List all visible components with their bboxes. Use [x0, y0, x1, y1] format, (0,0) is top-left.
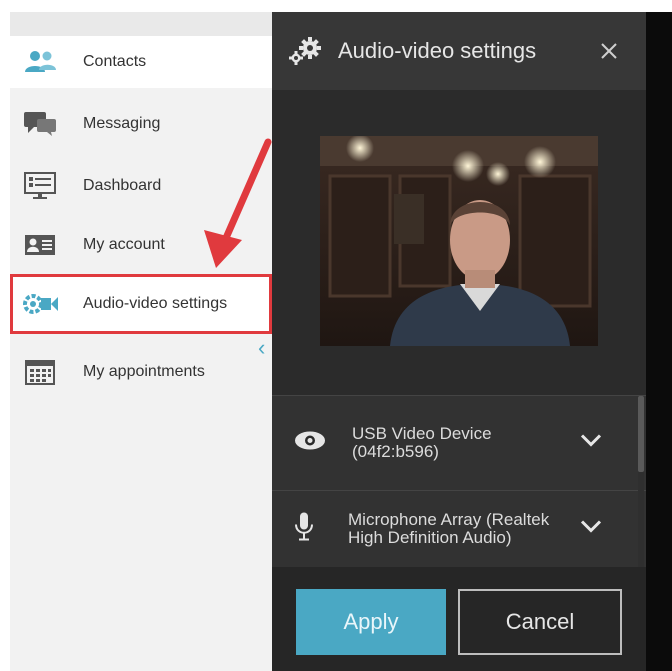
- panel-footer: Apply Cancel: [272, 567, 646, 671]
- microphone-icon: [294, 512, 314, 547]
- video-preview: [320, 136, 598, 346]
- gears-icon: [288, 36, 324, 66]
- audio-video-settings-panel: Audio-video settings USB Video Device (0…: [272, 12, 646, 671]
- calendar-icon: [22, 358, 58, 386]
- sidebar-item-label: Messaging: [83, 115, 161, 132]
- audio-video-settings-icon: [23, 290, 59, 318]
- chevron-down-icon: [580, 520, 602, 539]
- microphone-label: Microphone Array (Realtek High Definitio…: [348, 510, 550, 547]
- sidebar-item-contacts[interactable]: Contacts: [10, 36, 272, 88]
- cancel-button[interactable]: Cancel: [458, 589, 622, 655]
- sidebar-item-label: Audio-video settings: [83, 295, 228, 312]
- panel-title: Audio-video settings: [338, 38, 537, 63]
- microphone-select[interactable]: Microphone Array (Realtek High Definitio…: [272, 491, 646, 567]
- sidebar-item-label: Dashboard: [83, 177, 162, 194]
- scrollbar-thumb[interactable]: [638, 396, 644, 472]
- dashboard-icon: [22, 172, 58, 200]
- chevron-down-icon: [580, 434, 602, 453]
- sidebar-item-label: Contacts: [83, 53, 147, 70]
- sidebar-collapse-chevron-icon[interactable]: ‹: [258, 335, 265, 361]
- red-arrow-annotation: [204, 138, 272, 268]
- close-icon: [601, 43, 617, 59]
- account-card-icon: [22, 231, 58, 259]
- panel-header: Audio-video settings: [272, 12, 646, 90]
- background-edge: [646, 12, 672, 671]
- apply-button[interactable]: Apply: [296, 589, 446, 655]
- sidebar-item-label: My account: [83, 236, 165, 253]
- sidebar-item-audio-video-settings[interactable]: Audio-video settings: [10, 274, 272, 334]
- messaging-icon: [22, 110, 58, 138]
- video-device-label: USB Video Device (04f2:b596): [352, 424, 492, 461]
- sidebar-item-my-appointments[interactable]: My appointments: [10, 346, 272, 398]
- close-button[interactable]: [592, 34, 626, 68]
- sidebar-top-strip: [10, 12, 272, 36]
- video-device-select[interactable]: USB Video Device (04f2:b596): [272, 396, 646, 490]
- webcam-icon: [294, 431, 326, 456]
- sidebar-item-label: My appointments: [83, 363, 205, 380]
- contacts-icon: [22, 48, 58, 76]
- sidebar-nav: Contacts Messaging Dashboard My account …: [10, 12, 272, 671]
